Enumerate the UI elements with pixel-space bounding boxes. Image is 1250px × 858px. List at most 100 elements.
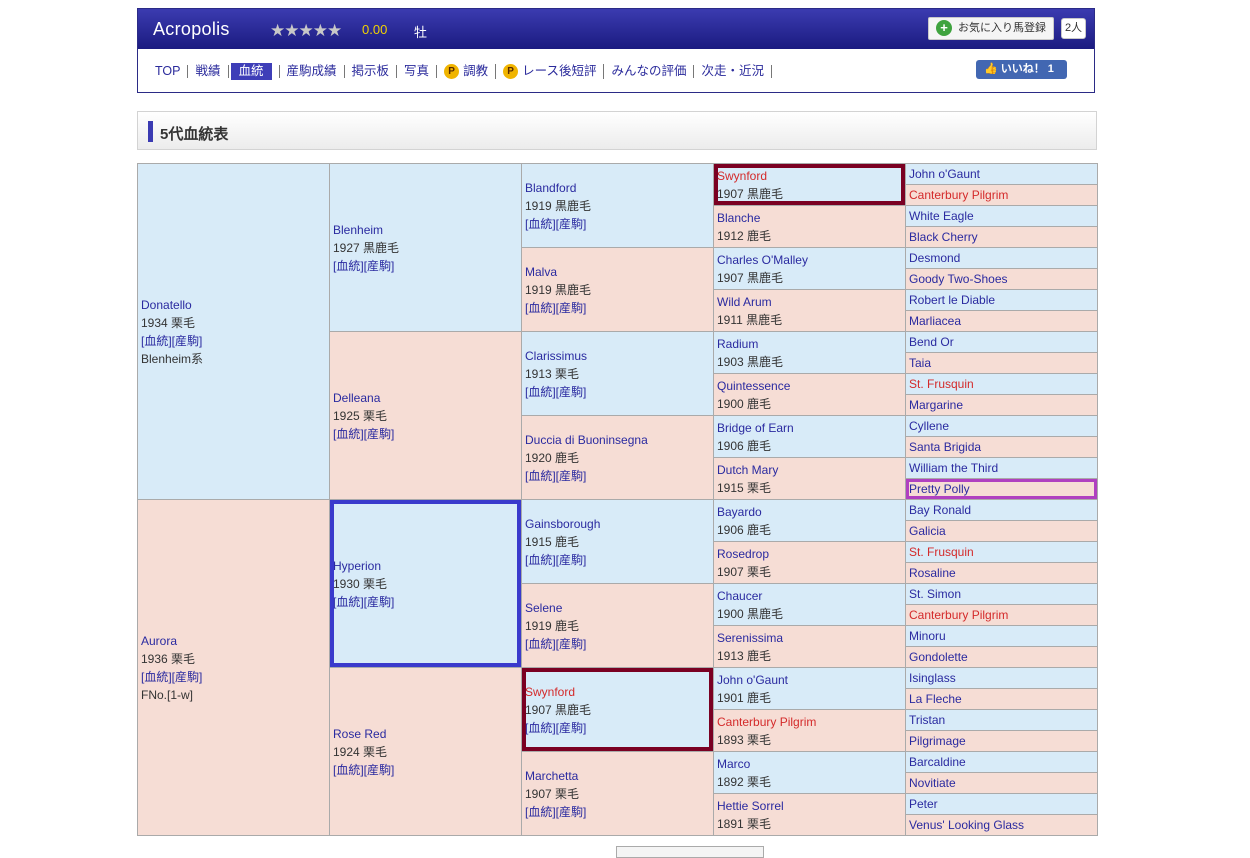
horse-link[interactable]: Malva	[525, 263, 713, 281]
nav-pedigree[interactable]: 血統	[230, 63, 272, 80]
horse-link[interactable]: John o'Gaunt	[717, 671, 905, 689]
horse-link[interactable]: Swynford	[525, 683, 713, 701]
horse-link[interactable]: La Fleche	[909, 692, 962, 706]
nav-top[interactable]: TOP	[154, 65, 189, 78]
nav-training[interactable]: P 調教	[437, 64, 497, 79]
horse-link[interactable]: Desmond	[909, 251, 960, 265]
horse-link[interactable]: St. Frusquin	[909, 377, 974, 391]
pedigree-offspring-links[interactable]: [血統][産駒]	[141, 668, 329, 686]
horse-info: 1891 栗毛	[717, 816, 772, 831]
pedigree-offspring-links[interactable]: [血統][産駒]	[333, 593, 521, 611]
horse-link[interactable]: Marliacea	[909, 314, 961, 328]
nav-photos[interactable]: 写真	[397, 65, 438, 78]
pedigree-offspring-links[interactable]: [血統][産駒]	[141, 332, 329, 350]
pedigree-g4-cell: Charles O'Malley 1907 黒鹿毛	[713, 247, 906, 290]
horse-link[interactable]: Santa Brigida	[909, 440, 981, 454]
pedigree-g5-cell: Venus' Looking Glass	[905, 814, 1098, 836]
nav-post-race-review[interactable]: P レース後短評	[496, 64, 605, 79]
horse-link[interactable]: Delleana	[333, 389, 521, 407]
pedigree-offspring-links[interactable]: [血統][産駒]	[333, 761, 521, 779]
horse-link[interactable]: John o'Gaunt	[909, 167, 980, 181]
horse-link[interactable]: Wild Arum	[717, 293, 905, 311]
horse-link[interactable]: Goody Two-Shoes	[909, 272, 1008, 286]
horse-link[interactable]: Charles O'Malley	[717, 251, 905, 269]
horse-link[interactable]: Cyllene	[909, 419, 949, 433]
horse-link[interactable]: Blenheim	[333, 221, 521, 239]
horse-link[interactable]: Minoru	[909, 629, 946, 643]
horse-link[interactable]: Serenissima	[717, 629, 905, 647]
horse-link[interactable]: Isinglass	[909, 671, 956, 685]
nav-board[interactable]: 掲示板	[345, 65, 398, 78]
horse-link[interactable]: Barcaldine	[909, 755, 966, 769]
horse-link[interactable]: Dutch Mary	[717, 461, 905, 479]
pedigree-offspring-links[interactable]: [血統][産駒]	[525, 383, 713, 401]
bottom-tab-edge[interactable]	[616, 846, 764, 858]
horse-link[interactable]: St. Frusquin	[909, 545, 974, 559]
horse-link[interactable]: Swynford	[717, 167, 905, 185]
like-button[interactable]: 👍 いいね！ 1	[976, 60, 1067, 79]
horse-link[interactable]: Marco	[717, 755, 905, 773]
nav-post-race-label: レース後短評	[522, 64, 597, 78]
nav-everyone-rating[interactable]: みんなの評価	[604, 65, 695, 78]
pedigree-offspring-links[interactable]: [血統][産駒]	[525, 635, 713, 653]
nav-next-race[interactable]: 次走・近況	[694, 65, 772, 78]
horse-link[interactable]: Donatello	[141, 296, 329, 314]
pedigree-offspring-links[interactable]: [血統][産駒]	[525, 719, 713, 737]
horse-link[interactable]: Duccia di Buoninsegna	[525, 431, 713, 449]
horse-link[interactable]: Canterbury Pilgrim	[909, 608, 1008, 622]
horse-link[interactable]: Radium	[717, 335, 905, 353]
horse-info: 1906 鹿毛	[717, 522, 772, 537]
horse-link[interactable]: St. Simon	[909, 587, 961, 601]
horse-link[interactable]: Peter	[909, 797, 938, 811]
horse-link[interactable]: Clarissimus	[525, 347, 713, 365]
horse-link[interactable]: Selene	[525, 599, 713, 617]
horse-link[interactable]: Venus' Looking Glass	[909, 818, 1024, 832]
pedigree-offspring-links[interactable]: [血統][産駒]	[525, 803, 713, 821]
horse-link[interactable]: Bay Ronald	[909, 503, 971, 517]
nav-results[interactable]: 戦績	[188, 65, 229, 78]
horse-info: 1892 栗毛	[717, 774, 772, 789]
pedigree-offspring-links[interactable]: [血統][産駒]	[525, 299, 713, 317]
horse-link[interactable]: Gondolette	[909, 650, 968, 664]
horse-link[interactable]: Tristan	[909, 713, 945, 727]
horse-info: 1930 栗毛	[333, 576, 388, 591]
nav-offspring-results[interactable]: 産駒成績	[278, 65, 345, 78]
horse-link[interactable]: Aurora	[141, 632, 329, 650]
horse-link[interactable]: Pretty Polly	[909, 482, 970, 496]
horse-link[interactable]: Rosaline	[909, 566, 956, 580]
horse-link[interactable]: Hettie Sorrel	[717, 797, 905, 815]
pedigree-offspring-links[interactable]: [血統][産駒]	[333, 425, 521, 443]
pedigree-offspring-links[interactable]: [血統][産駒]	[525, 467, 713, 485]
horse-link[interactable]: Canterbury Pilgrim	[717, 713, 905, 731]
horse-link[interactable]: Rosedrop	[717, 545, 905, 563]
horse-link[interactable]: Novitiate	[909, 776, 956, 790]
favorite-register-button[interactable]: + お気に入り馬登録	[928, 17, 1054, 40]
horse-link[interactable]: Canterbury Pilgrim	[909, 188, 1008, 202]
pedigree-g5-cell: Margarine	[905, 394, 1098, 416]
horse-link[interactable]: Chaucer	[717, 587, 905, 605]
horse-link[interactable]: Galicia	[909, 524, 946, 538]
horse-link[interactable]: Taia	[909, 356, 931, 370]
pedigree-g5-cell: Isinglass	[905, 667, 1098, 689]
horse-link[interactable]: Pilgrimage	[909, 734, 966, 748]
pedigree-g5-cell: Tristan	[905, 709, 1098, 731]
horse-link[interactable]: Bayardo	[717, 503, 905, 521]
horse-link[interactable]: Blanche	[717, 209, 905, 227]
horse-link[interactable]: Quintessence	[717, 377, 905, 395]
horse-link[interactable]: Bend Or	[909, 335, 954, 349]
pedigree-offspring-links[interactable]: [血統][産駒]	[525, 551, 713, 569]
horse-link[interactable]: White Eagle	[909, 209, 974, 223]
horse-link[interactable]: Black Cherry	[909, 230, 978, 244]
horse-link[interactable]: Robert le Diable	[909, 293, 995, 307]
horse-link[interactable]: Hyperion	[333, 557, 521, 575]
pedigree-g5-cell: Barcaldine	[905, 751, 1098, 773]
horse-link[interactable]: Rose Red	[333, 725, 521, 743]
horse-link[interactable]: Margarine	[909, 398, 963, 412]
horse-link[interactable]: Bridge of Earn	[717, 419, 905, 437]
horse-link[interactable]: Gainsborough	[525, 515, 713, 533]
horse-link[interactable]: Blandford	[525, 179, 713, 197]
horse-link[interactable]: William the Third	[909, 461, 998, 475]
pedigree-offspring-links[interactable]: [血統][産駒]	[333, 257, 521, 275]
pedigree-offspring-links[interactable]: [血統][産駒]	[525, 215, 713, 233]
horse-link[interactable]: Marchetta	[525, 767, 713, 785]
